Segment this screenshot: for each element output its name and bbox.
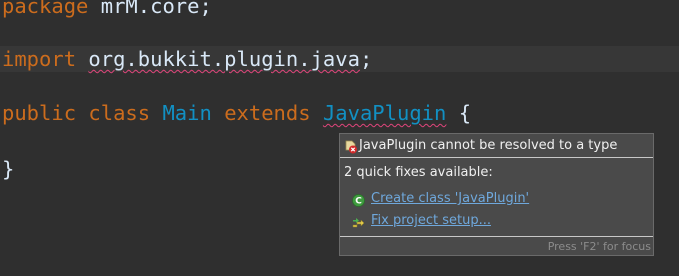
- fix-setup-icon: [352, 214, 365, 228]
- code-line-class-declaration[interactable]: public class Main extends JavaPlugin {: [0, 100, 679, 126]
- svg-text:C: C: [355, 197, 362, 207]
- error-hover-popup[interactable]: JavaPlugin cannot be resolved to a type …: [339, 133, 654, 256]
- create-class-link[interactable]: Create class 'JavaPlugin': [371, 191, 529, 207]
- error-icon: [344, 139, 358, 154]
- keyword-extends: extends: [224, 101, 311, 125]
- semicolon: ;: [359, 47, 373, 71]
- hover-divider: [340, 236, 653, 237]
- hover-header: JavaPlugin cannot be resolved to a type: [340, 134, 653, 158]
- class-name: Main: [162, 101, 212, 125]
- open-brace: {: [458, 101, 472, 125]
- fix-project-setup-link[interactable]: Fix project setup...: [371, 213, 491, 229]
- keyword-class: class: [88, 101, 151, 125]
- keyword-public: public: [2, 101, 77, 125]
- code-line-package[interactable]: package mrM.core;: [0, 0, 679, 19]
- close-brace: }: [2, 157, 15, 181]
- quick-fix-project-setup[interactable]: Fix project setup...: [352, 213, 632, 231]
- superclass-error[interactable]: JavaPlugin: [323, 101, 446, 125]
- package-name: mrM.core;: [88, 0, 212, 18]
- code-line-import[interactable]: import org.bukkit.plugin.java;: [0, 46, 679, 72]
- hover-error-message: JavaPlugin cannot be resolved to a type: [359, 138, 618, 153]
- keyword-import: import: [2, 47, 77, 71]
- quick-fix-create-class[interactable]: C Create class 'JavaPlugin': [352, 191, 632, 209]
- quick-fix-heading: 2 quick fixes available:: [344, 165, 493, 180]
- create-class-icon: C: [352, 192, 365, 207]
- hover-footer-hint: Press 'F2' for focus: [547, 240, 651, 253]
- import-path-error[interactable]: org.bukkit.plugin.java: [88, 47, 360, 71]
- keyword-package: package: [2, 0, 89, 18]
